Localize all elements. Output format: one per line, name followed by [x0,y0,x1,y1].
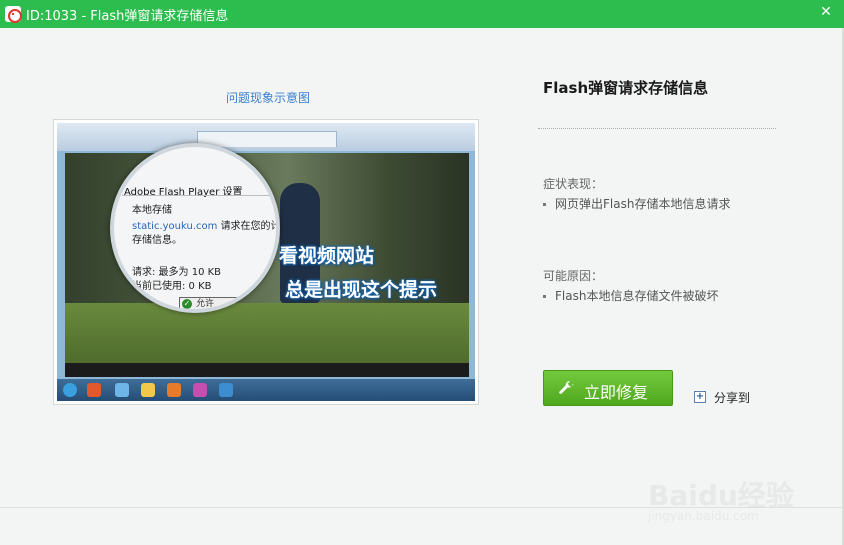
overlay-caption-line1: 看视频网站 [279,245,375,267]
taskbar-app-icon [141,383,155,397]
fix-now-label: 立即修复 [584,383,649,402]
baidu-watermark: Baidu经验 jingyan.baidu.com [648,452,798,527]
dialog-request-text: 请求在您的计 [220,221,280,232]
browser-toolbar [57,123,475,151]
overlay-caption-line2: 总是出现这个提示 [285,279,438,301]
preview-caption: 问题现象示意图 [226,91,311,105]
browser-tab [197,131,337,147]
dialog-request-size: 请求: 最多为 10 KB [132,267,222,278]
magnified-flash-dialog: Adobe Flash Player 设置 本地存储 static.youku.… [110,143,280,313]
taskbar [57,379,475,401]
cause-label: 可能原因： [543,269,604,283]
plus-icon: + [694,391,706,403]
close-button[interactable]: ✕ [816,2,836,22]
divider [538,128,776,129]
watermark-url: jingyan.baidu.com [648,509,759,523]
symptom-item: 网页弹出Flash存储本地信息请求 [543,195,730,212]
player-controls [65,363,469,377]
start-orb-icon [63,383,77,397]
cause-item: Flash本地信息存储文件被破坏 [543,287,718,304]
dialog-heading: 本地存储 [132,205,172,216]
taskbar-app-icon [193,383,207,397]
fix-now-button[interactable]: 立即修复 [543,370,673,406]
taskbar-app-icon [167,383,181,397]
wrench-icon [559,381,574,394]
taskbar-app-icon [87,383,101,397]
issue-title: Flash弹窗请求存储信息 [543,79,709,97]
window-title: ID:1033 - Flash弹窗请求存储信息 [26,9,229,24]
app-logo-icon [5,6,22,23]
taskbar-app-icon [219,383,233,397]
title-bar: ID:1033 - Flash弹窗请求存储信息 ✕ [0,0,844,28]
watermark-brand: Baidu经验 [648,479,794,512]
dialog-allow-option: ✓ 允许 [179,297,274,309]
dialog-used: 当前已使用: 0 KB [132,281,212,292]
taskbar-app-icon [115,383,129,397]
problem-screenshot: Adobe Flash Player 设置 本地存储 static.youku.… [53,119,479,405]
symptom-label: 症状表现： [543,177,604,191]
share-label: 分享到 [714,391,751,405]
check-icon: ✓ [182,299,192,309]
dialog-line2: 存储信息。 [132,235,182,246]
